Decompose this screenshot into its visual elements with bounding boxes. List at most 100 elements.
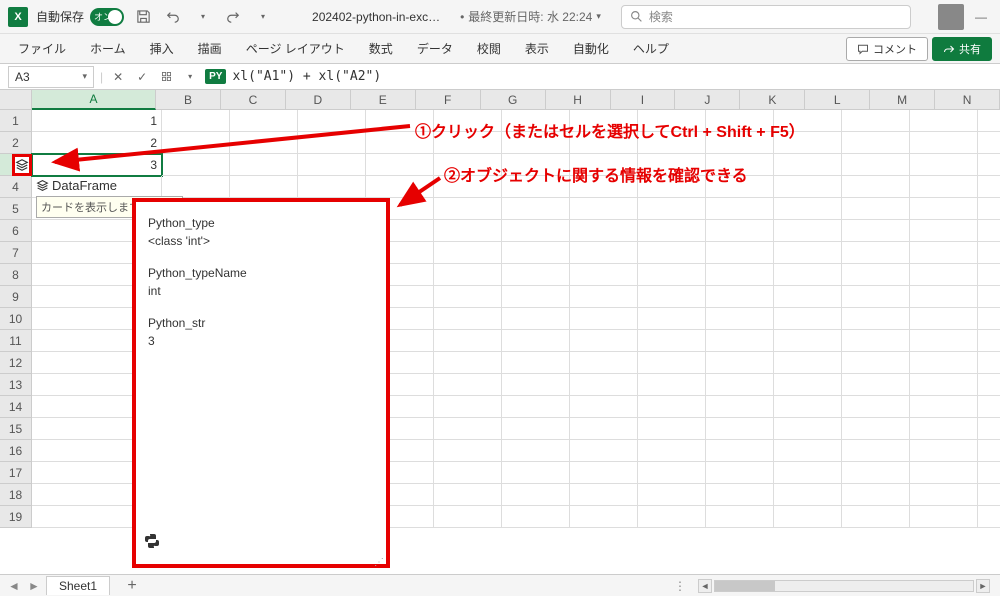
cell-I8[interactable] <box>638 264 706 286</box>
autosave-switch[interactable]: オン <box>90 8 124 26</box>
show-card-button[interactable] <box>12 154 32 176</box>
undo-icon[interactable] <box>162 6 184 28</box>
cell-H12[interactable] <box>570 352 638 374</box>
sheet-next-icon[interactable]: ► <box>26 578 42 594</box>
cell-M16[interactable] <box>910 440 978 462</box>
cell-I19[interactable] <box>638 506 706 528</box>
cell-I15[interactable] <box>638 418 706 440</box>
cell-G19[interactable] <box>502 506 570 528</box>
cell-G12[interactable] <box>502 352 570 374</box>
cell-F7[interactable] <box>434 242 502 264</box>
cell-K9[interactable] <box>774 286 842 308</box>
cell-K10[interactable] <box>774 308 842 330</box>
cell-K8[interactable] <box>774 264 842 286</box>
col-header-D[interactable]: D <box>286 90 351 110</box>
col-header-M[interactable]: M <box>870 90 935 110</box>
cell-D3[interactable] <box>298 154 366 176</box>
cell-L19[interactable] <box>842 506 910 528</box>
last-modified[interactable]: • 最終更新日時: 水 22:24 ▾ <box>460 8 601 25</box>
cell-L9[interactable] <box>842 286 910 308</box>
cell-L1[interactable] <box>842 110 910 132</box>
cell-N7[interactable] <box>978 242 1000 264</box>
resize-handle[interactable] <box>374 552 382 560</box>
tab-formulas[interactable]: 数式 <box>359 36 403 61</box>
cell-K5[interactable] <box>774 198 842 220</box>
cell-M17[interactable] <box>910 462 978 484</box>
cell-N3[interactable] <box>978 154 1000 176</box>
cancel-icon[interactable]: ✕ <box>109 68 127 86</box>
cell-E3[interactable] <box>366 154 434 176</box>
cell-K12[interactable] <box>774 352 842 374</box>
sheet-prev-icon[interactable]: ◄ <box>6 578 22 594</box>
cell-F12[interactable] <box>434 352 502 374</box>
cell-N19[interactable] <box>978 506 1000 528</box>
formula-input[interactable]: xl("A1") + xl("A2") <box>226 69 1000 84</box>
cell-L7[interactable] <box>842 242 910 264</box>
cell-M9[interactable] <box>910 286 978 308</box>
cell-L17[interactable] <box>842 462 910 484</box>
cell-H15[interactable] <box>570 418 638 440</box>
cell-H6[interactable] <box>570 220 638 242</box>
cell-N1[interactable] <box>978 110 1000 132</box>
horizontal-scrollbar[interactable]: ◄ ► <box>698 579 990 593</box>
cell-J11[interactable] <box>706 330 774 352</box>
fx-dropdown-icon[interactable]: ▾ <box>181 68 199 86</box>
cell-F13[interactable] <box>434 374 502 396</box>
row-header-9[interactable]: 9 <box>0 286 32 308</box>
cell-M13[interactable] <box>910 374 978 396</box>
cell-G13[interactable] <box>502 374 570 396</box>
cell-J5[interactable] <box>706 198 774 220</box>
cell-F19[interactable] <box>434 506 502 528</box>
cell-C1[interactable] <box>230 110 298 132</box>
row-header-4[interactable]: 4 <box>0 176 32 198</box>
row-header-19[interactable]: 19 <box>0 506 32 528</box>
cell-F9[interactable] <box>434 286 502 308</box>
cell-J19[interactable] <box>706 506 774 528</box>
cell-E4[interactable] <box>366 176 434 198</box>
cell-N15[interactable] <box>978 418 1000 440</box>
row-header-2[interactable]: 2 <box>0 132 32 154</box>
cell-J13[interactable] <box>706 374 774 396</box>
cell-B2[interactable] <box>162 132 230 154</box>
cell-M19[interactable] <box>910 506 978 528</box>
document-title[interactable]: 202402-python-in-exc… <box>312 10 440 24</box>
cell-I5[interactable] <box>638 198 706 220</box>
name-box[interactable]: A3▾ <box>8 66 94 88</box>
autosave-toggle[interactable]: 自動保存 オン <box>36 8 124 26</box>
sheet-tab-1[interactable]: Sheet1 <box>46 576 110 595</box>
cell-F10[interactable] <box>434 308 502 330</box>
cell-L3[interactable] <box>842 154 910 176</box>
col-header-B[interactable]: B <box>156 90 221 110</box>
cell-D1[interactable] <box>298 110 366 132</box>
tab-review[interactable]: 校閲 <box>467 36 511 61</box>
cell-K7[interactable] <box>774 242 842 264</box>
minimize-icon[interactable]: — <box>970 6 992 28</box>
cell-G7[interactable] <box>502 242 570 264</box>
cell-M10[interactable] <box>910 308 978 330</box>
cell-G17[interactable] <box>502 462 570 484</box>
cell-M14[interactable] <box>910 396 978 418</box>
cell-F5[interactable] <box>434 198 502 220</box>
cell-C3[interactable] <box>230 154 298 176</box>
cell-F17[interactable] <box>434 462 502 484</box>
cell-J15[interactable] <box>706 418 774 440</box>
row-header-16[interactable]: 16 <box>0 440 32 462</box>
diagnostic-icon[interactable] <box>157 68 175 86</box>
col-header-A[interactable]: A <box>32 90 156 110</box>
cell-H11[interactable] <box>570 330 638 352</box>
cell-M7[interactable] <box>910 242 978 264</box>
cell-H16[interactable] <box>570 440 638 462</box>
cell-K6[interactable] <box>774 220 842 242</box>
cell-J17[interactable] <box>706 462 774 484</box>
cell-G8[interactable] <box>502 264 570 286</box>
cell-L13[interactable] <box>842 374 910 396</box>
cell-M1[interactable] <box>910 110 978 132</box>
cell-J14[interactable] <box>706 396 774 418</box>
cell-N4[interactable] <box>978 176 1000 198</box>
cell-L2[interactable] <box>842 132 910 154</box>
row-header-11[interactable]: 11 <box>0 330 32 352</box>
row-header-13[interactable]: 13 <box>0 374 32 396</box>
col-header-K[interactable]: K <box>740 90 805 110</box>
cell-D4[interactable] <box>298 176 366 198</box>
cell-L10[interactable] <box>842 308 910 330</box>
